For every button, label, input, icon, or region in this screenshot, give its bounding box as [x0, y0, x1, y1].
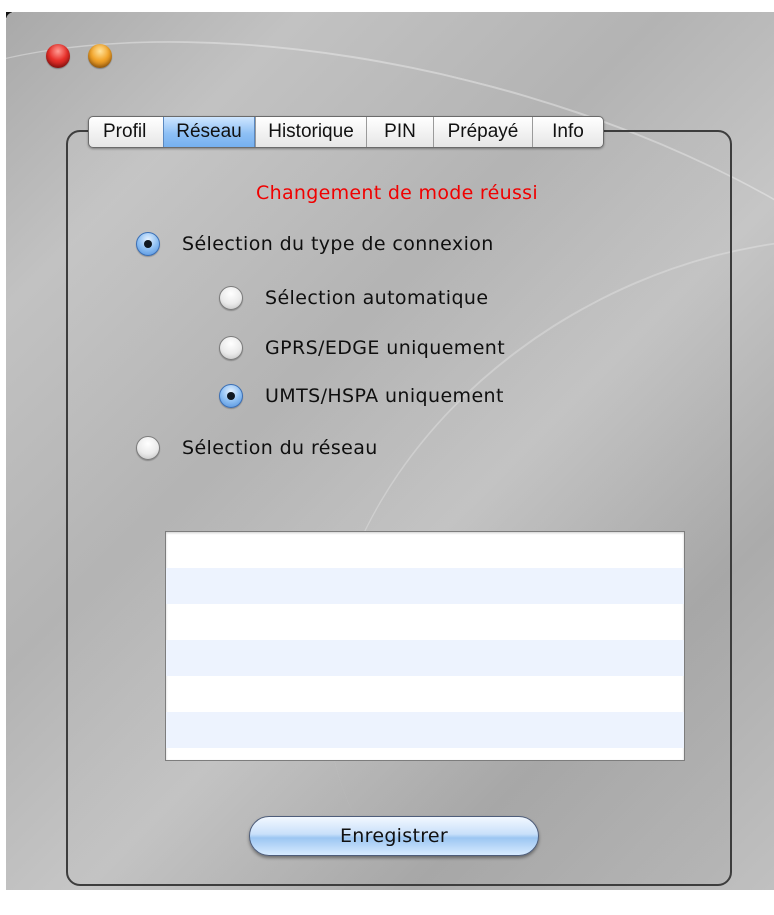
- status-message: Changement de mode réussi: [256, 182, 538, 204]
- tab-pin[interactable]: PIN: [366, 117, 433, 147]
- gprs-edge-radio[interactable]: [219, 336, 243, 360]
- list-item[interactable]: [166, 568, 684, 604]
- save-button[interactable]: Enregistrer: [249, 816, 539, 856]
- tab-info[interactable]: Info: [532, 117, 603, 147]
- auto-selection-radio[interactable]: [219, 286, 243, 310]
- auto-selection-option[interactable]: Sélection automatique: [219, 286, 488, 310]
- umts-hspa-label: UMTS/HSPA uniquement: [265, 385, 504, 407]
- close-button[interactable]: [46, 44, 70, 68]
- list-item[interactable]: [166, 712, 684, 748]
- umts-hspa-option[interactable]: UMTS/HSPA uniquement: [219, 384, 504, 408]
- list-item[interactable]: [166, 640, 684, 676]
- connection-type-radio[interactable]: [136, 232, 160, 256]
- umts-hspa-radio[interactable]: [219, 384, 243, 408]
- tab-historique[interactable]: Historique: [255, 117, 366, 147]
- tab-reseau[interactable]: Réseau: [163, 117, 255, 147]
- list-item[interactable]: [166, 676, 684, 712]
- gprs-edge-label: GPRS/EDGE uniquement: [265, 337, 506, 359]
- tab-profil[interactable]: Profil: [89, 117, 163, 147]
- tab-bar: Profil Réseau Historique PIN Prépayé Inf…: [88, 116, 604, 148]
- list-item[interactable]: [166, 532, 684, 568]
- network-selection-radio[interactable]: [136, 436, 160, 460]
- network-selection-option[interactable]: Sélection du réseau: [136, 436, 378, 460]
- auto-selection-label: Sélection automatique: [265, 287, 489, 309]
- connection-type-option[interactable]: Sélection du type de connexion: [136, 232, 494, 256]
- list-item[interactable]: [166, 604, 684, 640]
- network-list[interactable]: [165, 531, 685, 761]
- network-selection-label: Sélection du réseau: [182, 437, 378, 459]
- tab-prepaye[interactable]: Prépayé: [433, 117, 532, 147]
- minimize-button[interactable]: [88, 44, 112, 68]
- gprs-edge-option[interactable]: GPRS/EDGE uniquement: [219, 336, 505, 360]
- connection-type-label: Sélection du type de connexion: [182, 233, 494, 255]
